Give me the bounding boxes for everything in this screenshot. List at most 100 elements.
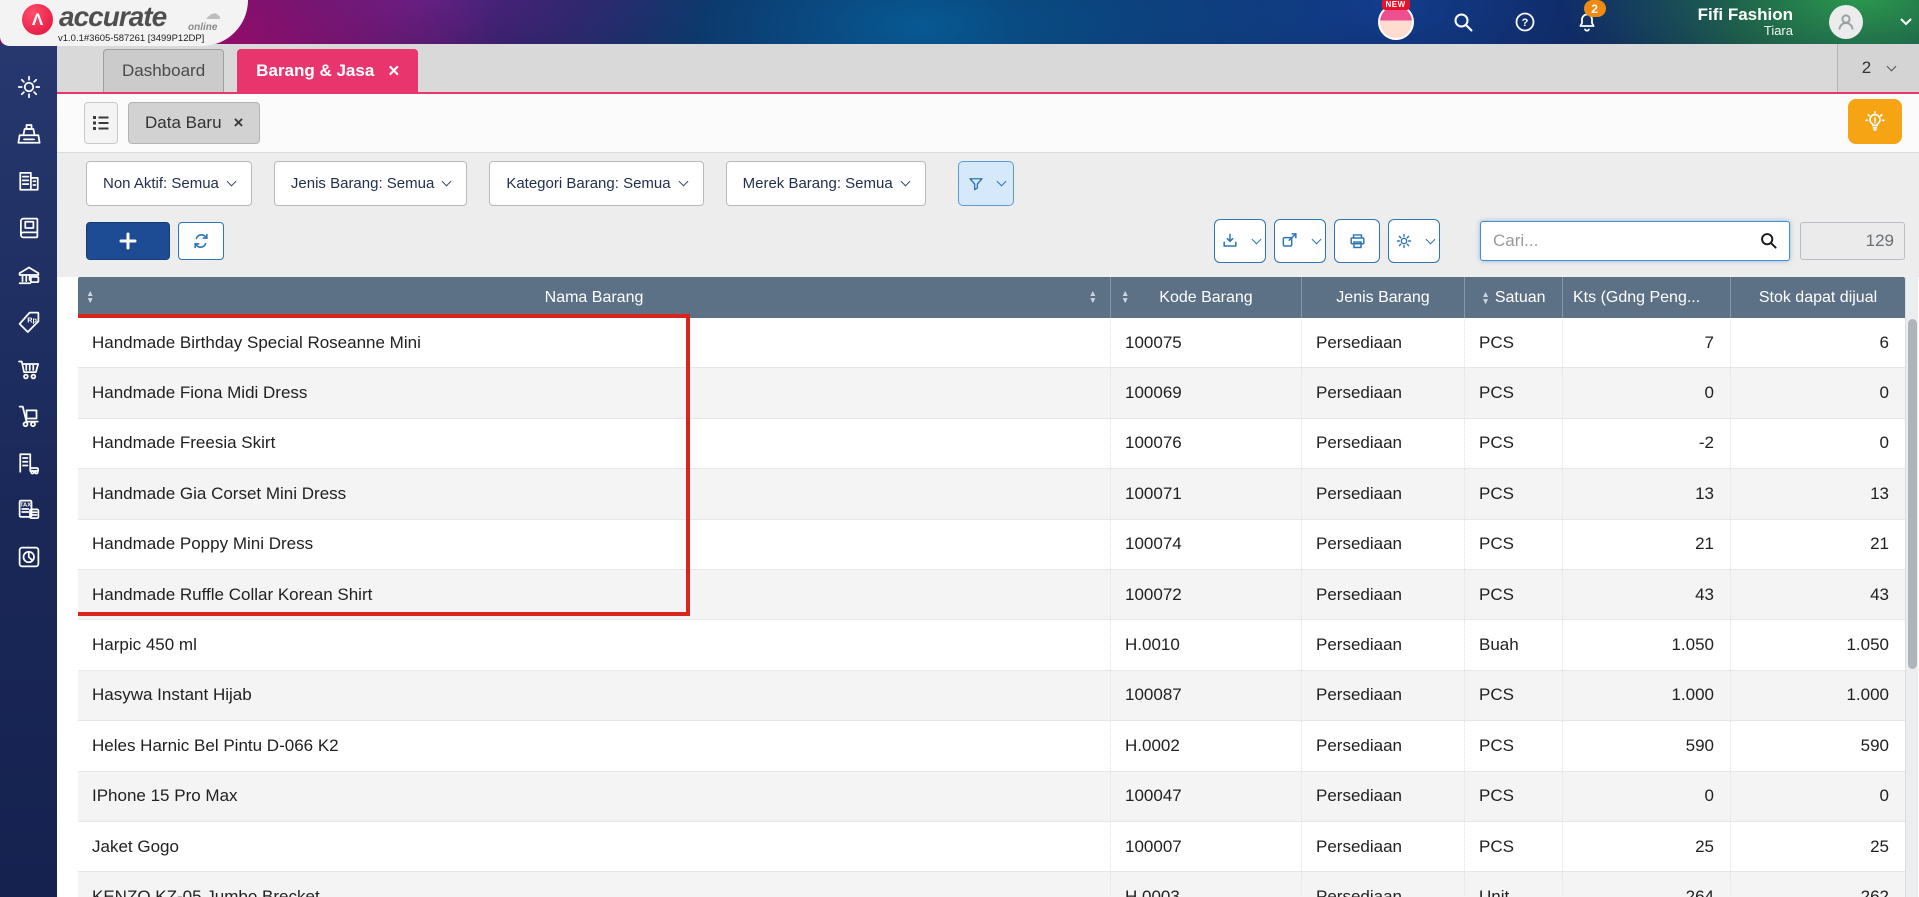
tips-lightbulb-button[interactable]	[1848, 99, 1902, 144]
cell-jenis-barang: Persediaan	[1301, 418, 1464, 469]
cell-satuan: Unit	[1464, 872, 1562, 897]
sort-icon[interactable]: ▲ ▼	[1481, 289, 1489, 305]
user-avatar[interactable]	[1829, 5, 1863, 39]
sidebar-item-purchases-cart[interactable]	[12, 354, 46, 384]
cell-satuan: PCS	[1464, 721, 1562, 771]
table-row[interactable]: Handmade Freesia Skirt 100076 Persediaan…	[78, 418, 1905, 470]
filter-label: Jenis Barang: Semua	[290, 175, 435, 192]
close-tab-icon[interactable]: ×	[388, 62, 399, 81]
refresh-icon	[194, 233, 208, 249]
user-menu-chevron-icon[interactable]	[1899, 9, 1913, 35]
table-header-row: ▲ ▼ Nama Barang ▲ ▼ ▲ ▼ Kode Barang Jenis B…	[78, 277, 1905, 318]
column-header-kts-gudang[interactable]: Kts (Gdng Peng...	[1562, 277, 1730, 318]
sidebar-item-price-tag-rp[interactable]: Rp	[12, 307, 46, 337]
table-row[interactable]: Harpic 450 ml H.0010 Persediaan Buah 1.0…	[78, 620, 1905, 671]
refresh-button[interactable]	[178, 222, 224, 260]
sidebar-item-bank[interactable]	[12, 260, 46, 290]
sidebar-item-cash-register[interactable]	[12, 119, 46, 149]
sort-icon[interactable]: ▲ ▼	[86, 289, 94, 305]
table-row[interactable]: Handmade Fiona Midi Dress 100069 Persedi…	[78, 368, 1905, 419]
search-icon[interactable]	[1450, 9, 1476, 35]
assets-icon	[18, 453, 39, 475]
cell-nama-barang: Jaket Gogo	[92, 836, 179, 856]
items-table: ▲ ▼ Nama Barang ▲ ▼ ▲ ▼ Kode Barang Jenis B…	[78, 277, 1905, 897]
sidebar-item-tax[interactable]: TAX	[12, 495, 46, 525]
subtab-data-baru[interactable]: Data Baru ×	[128, 102, 261, 144]
tab-bar: Dashboard Barang & Jasa × 2	[57, 44, 1919, 94]
column-label: Satuan	[1494, 288, 1546, 306]
table-row[interactable]: Heles Harnic Bel Pintu D-066 K2 H.0002 P…	[78, 721, 1905, 772]
filter-merek-barang[interactable]: Merek Barang: Semua	[725, 161, 926, 206]
filter-jenis-barang[interactable]: Jenis Barang: Semua	[273, 161, 468, 206]
cell-satuan: Buah	[1464, 620, 1562, 670]
list-view-button[interactable]	[84, 102, 118, 144]
cell-kode-barang: 100087	[1110, 670, 1301, 721]
sidebar-item-settings[interactable]	[12, 72, 46, 102]
column-header-satuan[interactable]: ▲ ▼ Satuan	[1464, 277, 1562, 318]
sidebar-item-inventory-trolley[interactable]	[12, 401, 46, 431]
table-row[interactable]: Hasywa Instant Hijab 100087 Persediaan P…	[78, 670, 1905, 722]
cell-satuan: PCS	[1464, 569, 1562, 620]
notifications-bell-icon[interactable]: 2	[1574, 0, 1606, 35]
cell-stok-dapat-dijual: 1.050	[1730, 620, 1905, 670]
filter-kategori-barang[interactable]: Kategori Barang: Semua	[489, 161, 704, 206]
column-header-kode-barang[interactable]: ▲ ▼ Kode Barang	[1110, 277, 1301, 318]
cell-satuan: PCS	[1464, 771, 1562, 821]
table-scrollbar[interactable]	[1905, 277, 1918, 897]
cell-kts-gudang: 590	[1562, 721, 1730, 771]
table-row[interactable]: Handmade Gia Corset Mini Dress 100071 Pe…	[78, 469, 1905, 520]
column-header-jenis-barang[interactable]: Jenis Barang	[1301, 277, 1464, 318]
table-row[interactable]: Handmade Birthday Special Roseanne Mini …	[78, 318, 1905, 369]
sidebar-item-assets[interactable]	[12, 448, 46, 478]
cell-kode-barang: 100071	[1110, 469, 1301, 519]
close-subtab-icon[interactable]: ×	[234, 113, 244, 133]
download-button[interactable]	[1214, 219, 1266, 263]
table-row[interactable]: Jaket Gogo 100007 Persediaan PCS 25 25	[78, 821, 1905, 873]
cell-jenis-barang: Persediaan	[1301, 368, 1464, 418]
chevron-down-icon	[1311, 234, 1322, 244]
sort-icon[interactable]: ▲ ▼	[1089, 289, 1097, 305]
table-row[interactable]: IPhone 15 Pro Max 100047 Persediaan PCS …	[78, 771, 1905, 822]
cell-kode-barang: 100007	[1110, 821, 1301, 872]
sort-icon[interactable]: ▲ ▼	[1121, 289, 1129, 305]
scrollbar-thumb[interactable]	[1907, 319, 1917, 669]
cell-kts-gudang: 0	[1562, 368, 1730, 418]
column-header-nama-barang[interactable]: ▲ ▼ Nama Barang ▲ ▼	[78, 277, 1110, 318]
search-icon[interactable]	[1758, 230, 1780, 252]
advanced-filter-button[interactable]	[957, 161, 1014, 206]
cell-jenis-barang: Persediaan	[1301, 771, 1464, 821]
tab-dashboard[interactable]: Dashboard	[103, 49, 225, 92]
tab-barang-jasa[interactable]: Barang & Jasa ×	[237, 49, 419, 92]
table-settings-button[interactable]	[1388, 219, 1440, 263]
cell-stok-dapat-dijual: 21	[1730, 519, 1905, 569]
sidebar-item-reports[interactable]	[12, 542, 46, 572]
cell-nama-barang: Handmade Birthday Special Roseanne Mini	[92, 332, 421, 352]
ledger-book-icon	[19, 217, 38, 239]
export-button[interactable]	[1274, 219, 1326, 263]
table-area: ▲ ▼ Nama Barang ▲ ▼ ▲ ▼ Kode Barang Jenis B…	[57, 277, 1919, 897]
brand-name: accurate	[59, 1, 167, 32]
table-row[interactable]: KENZO KZ-05 Jumbo Brecket H.0003 Persedi…	[78, 872, 1905, 897]
sidebar-item-company[interactable]	[12, 166, 46, 196]
table-row[interactable]: Handmade Ruffle Collar Korean Shirt 1000…	[78, 569, 1905, 621]
add-item-button[interactable]	[86, 222, 170, 260]
column-header-stok-dapat-dijual[interactable]: Stok dapat dijual	[1730, 277, 1905, 318]
chevron-down-icon	[996, 176, 1007, 187]
cell-kts-gudang: 21	[1562, 519, 1730, 569]
mascot-avatar-icon[interactable]: NEW	[1377, 0, 1414, 40]
price-tag-rp-icon: Rp	[18, 311, 39, 333]
table-row[interactable]: Handmade Poppy Mini Dress 100074 Persedi…	[78, 519, 1905, 570]
cell-jenis-barang: Persediaan	[1301, 620, 1464, 670]
settings-icon	[17, 75, 40, 99]
cell-nama-barang: Handmade Poppy Mini Dress	[92, 534, 314, 554]
sidebar-item-ledger-book[interactable]	[12, 213, 46, 243]
filter-non-aktif[interactable]: Non Aktif: Semua	[86, 161, 252, 206]
print-button[interactable]	[1334, 219, 1380, 263]
cell-jenis-barang: Persediaan	[1301, 318, 1464, 368]
search-input[interactable]	[1480, 221, 1790, 261]
chevron-down-icon	[678, 176, 689, 187]
help-icon[interactable]: ?	[1512, 9, 1538, 35]
user-subtitle: Tiara	[1763, 23, 1793, 39]
cell-stok-dapat-dijual: 13	[1730, 469, 1905, 519]
tab-overflow-dropdown[interactable]: 2	[1837, 44, 1919, 92]
